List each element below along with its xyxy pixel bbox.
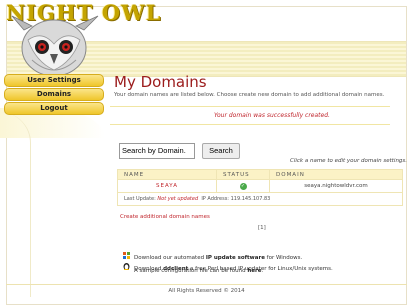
- ip-update-software-link[interactable]: IP update software: [206, 255, 265, 261]
- sidebar-item-domains[interactable]: Domains: [4, 88, 104, 101]
- download-text: for Windows.: [264, 255, 303, 261]
- table-hint: Click a name to edit your domain setting…: [290, 158, 408, 164]
- update-row: Last Update: Not yet updated IP Address:…: [117, 192, 403, 206]
- main-content: My Domains Your domain names are listed …: [114, 73, 399, 98]
- page-subtitle: Your domain names are listed below. Choo…: [114, 92, 385, 98]
- sidebar-item-logout[interactable]: Logout: [4, 102, 104, 115]
- pagination[interactable]: [1]: [258, 225, 266, 231]
- windows-icon: [123, 252, 130, 259]
- divider: [110, 106, 390, 107]
- domains-table: NAME STATUS DOMAIN SEAYA ✓ seaya.nightow…: [117, 169, 403, 206]
- page-title: My Domains: [114, 73, 207, 91]
- footer: All Rights Reserved © 2014: [168, 288, 245, 294]
- column-header-status: STATUS: [216, 169, 270, 180]
- download-windows: Download our automated IP update softwar…: [123, 252, 302, 261]
- table-row[interactable]: SEAYA ✓ seaya.nightowldvr.com: [117, 179, 403, 193]
- footer-divider: [6, 284, 407, 285]
- download-text: A sample configuration file can be found: [134, 268, 248, 274]
- success-message: Your domain was successfully created.: [214, 112, 330, 119]
- sample-config: A sample configuration file can be found…: [134, 268, 263, 274]
- table-header-row: NAME STATUS DOMAIN: [117, 169, 403, 180]
- download-text: .: [261, 268, 264, 274]
- ip-label: IP Address:: [201, 196, 229, 202]
- sidebar: User Settings Domains Logout: [0, 74, 105, 116]
- sample-config-link[interactable]: here: [247, 268, 261, 274]
- search-input[interactable]: [119, 142, 195, 159]
- sidebar-item-user-settings[interactable]: User Settings: [4, 74, 104, 87]
- domain-cell: seaya.nightowldvr.com: [269, 179, 403, 193]
- update-info: Last Update: Not yet updated IP Address:…: [117, 192, 403, 206]
- column-header-name: NAME: [117, 169, 217, 180]
- logo: NIGHT OWL: [2, 0, 160, 78]
- owl-logo-icon: [11, 15, 99, 77]
- status-cell: ✓: [216, 179, 270, 193]
- check-icon: ✓: [239, 182, 247, 190]
- sidebar-curve: [0, 112, 31, 297]
- search-button[interactable]: Search: [202, 142, 240, 159]
- last-update-value: Not yet updated: [157, 196, 199, 202]
- download-text: Download our automated: [134, 255, 206, 261]
- last-update-label: Last Update:: [124, 196, 156, 202]
- divider: [110, 124, 390, 125]
- column-header-domain: DOMAIN: [269, 169, 403, 180]
- search-form: Search: [119, 138, 240, 159]
- linux-icon: [123, 262, 130, 270]
- ip-value: 119.145.107.83: [230, 196, 271, 202]
- create-domain-link[interactable]: Create additional domain names: [120, 214, 210, 220]
- domain-name-link[interactable]: SEAYA: [117, 179, 217, 193]
